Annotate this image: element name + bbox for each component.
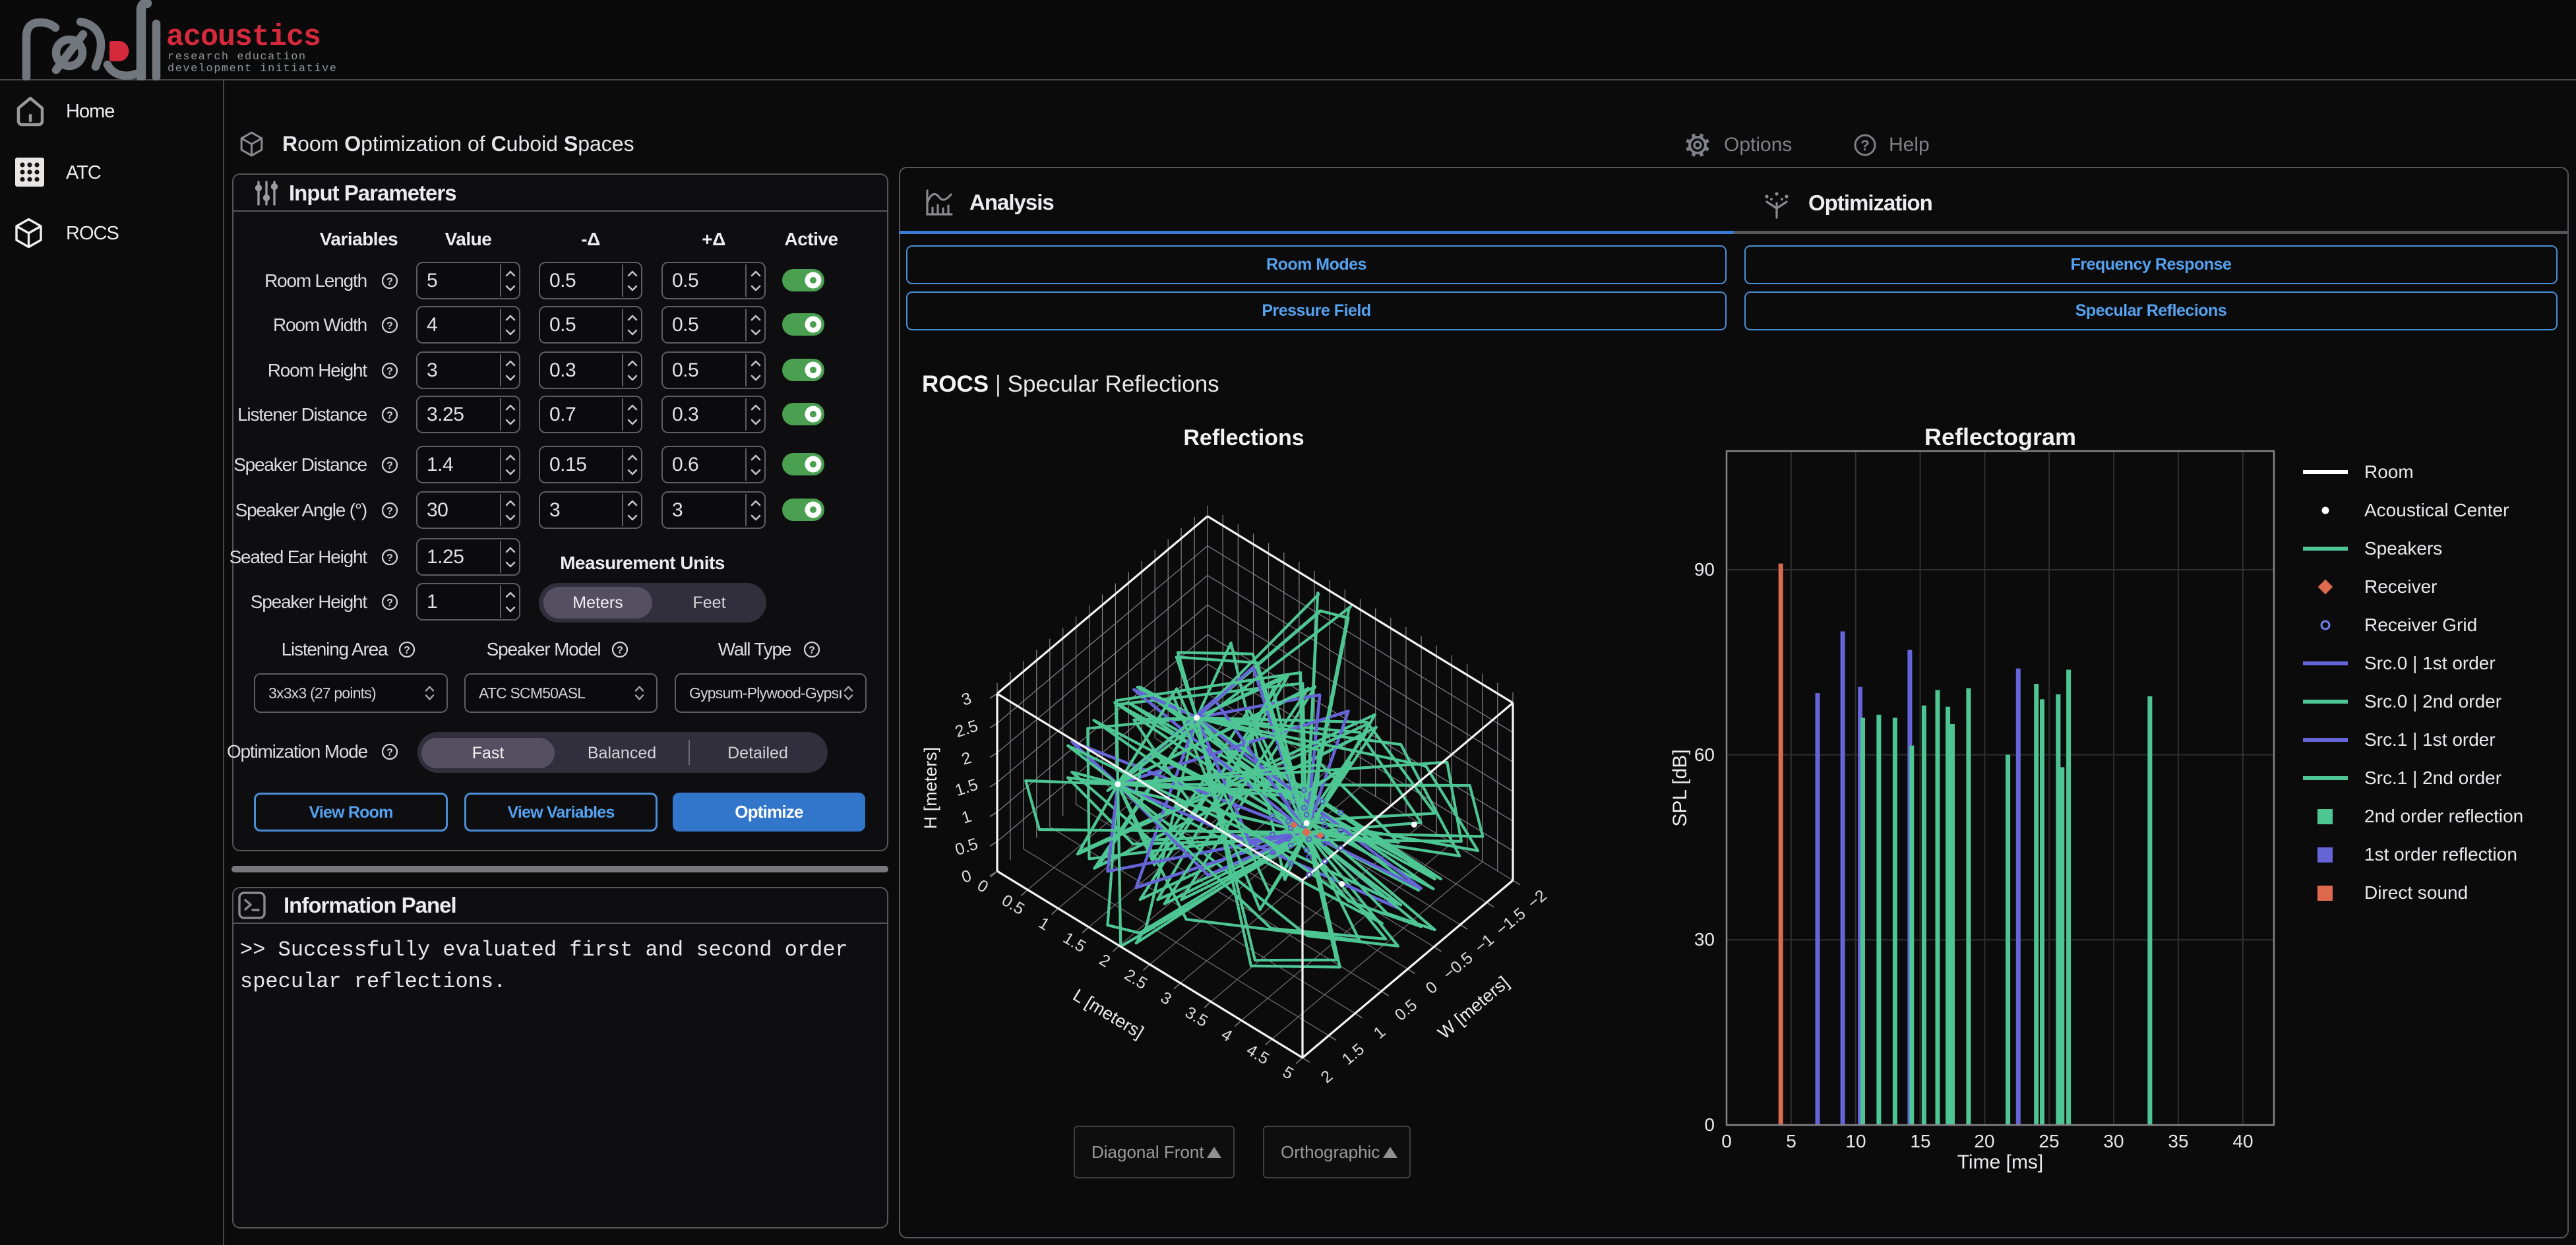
svg-text:?: ? xyxy=(386,747,393,758)
svg-text:0: 0 xyxy=(960,866,974,887)
svg-text:1st order reflection: 1st order reflection xyxy=(2364,844,2517,865)
svg-text:1: 1 xyxy=(960,807,974,828)
svg-text:Time [ms]: Time [ms] xyxy=(1957,1151,2044,1173)
svg-text:5: 5 xyxy=(1279,1063,1297,1083)
svg-text:3: 3 xyxy=(960,689,974,710)
svg-text:−0.5: −0.5 xyxy=(1440,948,1477,983)
svg-text:0: 0 xyxy=(1721,1131,1732,1151)
svg-text:Room: Room xyxy=(2364,462,2414,482)
svg-text:0.5: 0.5 xyxy=(953,835,981,859)
svg-text:30: 30 xyxy=(1694,929,1715,950)
svg-text:research education: research education xyxy=(168,51,307,63)
svg-text:?: ? xyxy=(386,460,393,471)
svg-text:35: 35 xyxy=(2168,1131,2188,1151)
svg-text:W [meters]: W [meters] xyxy=(1434,973,1513,1043)
svg-text:1: 1 xyxy=(1370,1023,1390,1043)
svg-text:3: 3 xyxy=(1157,988,1175,1009)
svg-text:0: 0 xyxy=(1704,1114,1715,1135)
svg-text:2: 2 xyxy=(1318,1067,1337,1087)
svg-text:5: 5 xyxy=(1786,1131,1796,1151)
svg-text:20: 20 xyxy=(1974,1131,1994,1151)
svg-text:1.5: 1.5 xyxy=(1060,928,1089,956)
svg-text:25: 25 xyxy=(2039,1131,2059,1151)
svg-text:?: ? xyxy=(386,553,393,564)
svg-text:?: ? xyxy=(386,276,393,288)
svg-text:Acoustical Center: Acoustical Center xyxy=(2364,500,2509,520)
svg-text:0.5: 0.5 xyxy=(998,891,1027,919)
svg-text:1.5: 1.5 xyxy=(953,775,981,800)
svg-text:0: 0 xyxy=(974,876,991,897)
svg-text:Src.0 | 2nd order: Src.0 | 2nd order xyxy=(2364,691,2501,712)
svg-text:−1.5: −1.5 xyxy=(1492,904,1529,939)
svg-text:Src.1 | 1st order: Src.1 | 1st order xyxy=(2364,729,2496,750)
svg-text:Direct sound: Direct sound xyxy=(2364,882,2468,903)
svg-text:15: 15 xyxy=(1910,1131,1930,1151)
svg-text:development initiative: development initiative xyxy=(168,63,337,75)
svg-text:?: ? xyxy=(809,645,815,656)
svg-text:Src.0 | 1st order: Src.0 | 1st order xyxy=(2364,653,2496,673)
svg-text:2.5: 2.5 xyxy=(953,717,981,741)
svg-text:H [meters]: H [meters] xyxy=(921,747,940,830)
svg-text:Reflectogram: Reflectogram xyxy=(1924,423,2076,450)
svg-text:Src.1 | 2nd order: Src.1 | 2nd order xyxy=(2364,768,2501,788)
svg-text:?: ? xyxy=(386,597,393,609)
svg-text:3.5: 3.5 xyxy=(1182,1003,1211,1031)
svg-text:10: 10 xyxy=(1845,1131,1866,1151)
svg-text:0.5: 0.5 xyxy=(1392,996,1421,1025)
svg-text:?: ? xyxy=(404,645,410,656)
svg-text:?: ? xyxy=(386,410,393,421)
svg-text:Receiver Grid: Receiver Grid xyxy=(2364,615,2477,635)
svg-text:?: ? xyxy=(386,506,393,517)
svg-text:2nd order reflection: 2nd order reflection xyxy=(2364,806,2523,826)
svg-text:2: 2 xyxy=(960,748,974,769)
svg-text:90: 90 xyxy=(1694,559,1715,580)
svg-text:?: ? xyxy=(386,366,393,377)
svg-text:0: 0 xyxy=(1423,978,1442,998)
svg-text:2.5: 2.5 xyxy=(1121,965,1150,993)
svg-text:Receiver: Receiver xyxy=(2364,576,2437,597)
svg-text:SPL [dB]: SPL [dB] xyxy=(1669,749,1691,826)
svg-text:40: 40 xyxy=(2232,1131,2253,1151)
svg-text:4: 4 xyxy=(1218,1025,1235,1046)
svg-text:1: 1 xyxy=(1035,914,1053,934)
svg-text:?: ? xyxy=(1860,137,1869,154)
svg-text:?: ? xyxy=(617,645,623,656)
svg-text:−2: −2 xyxy=(1524,886,1550,913)
svg-text:60: 60 xyxy=(1694,744,1715,765)
svg-text:2: 2 xyxy=(1096,951,1113,971)
svg-text:30: 30 xyxy=(2103,1131,2124,1151)
svg-text:Speakers: Speakers xyxy=(2364,538,2442,559)
svg-text:1.5: 1.5 xyxy=(1339,1040,1368,1069)
svg-text:Reflections: Reflections xyxy=(1183,425,1304,450)
svg-text:acoustics: acoustics xyxy=(166,20,321,54)
svg-text:−1: −1 xyxy=(1471,930,1498,957)
svg-text:L [meters]: L [meters] xyxy=(1070,985,1147,1043)
svg-text:?: ? xyxy=(386,320,393,332)
svg-text:4.5: 4.5 xyxy=(1243,1041,1272,1068)
